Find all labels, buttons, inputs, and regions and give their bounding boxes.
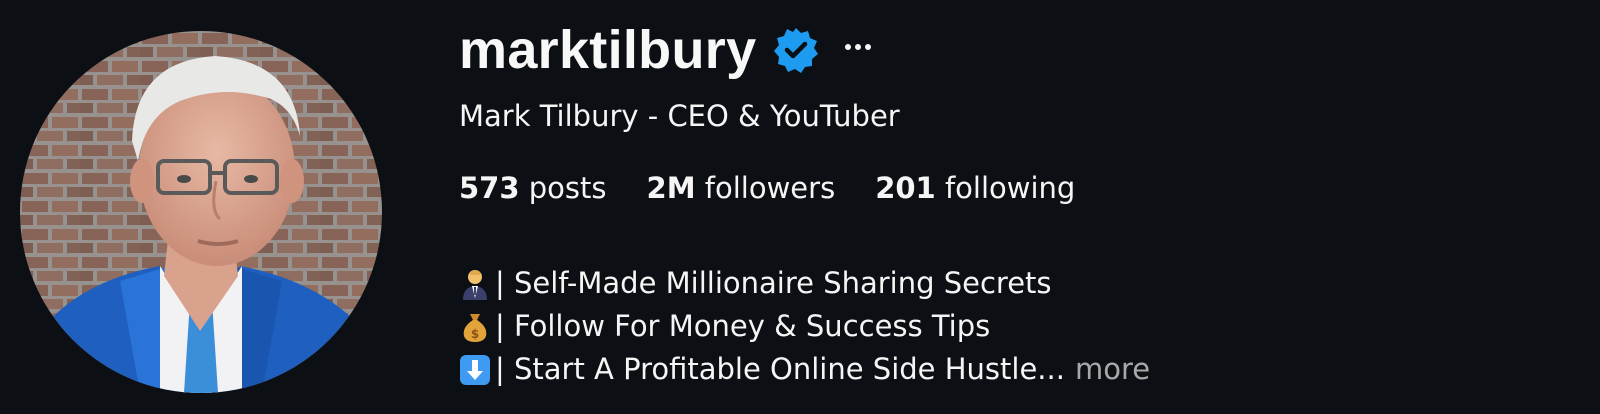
following-label: following — [944, 171, 1076, 205]
more-options-icon[interactable] — [842, 31, 874, 63]
bio-text: | Start A Profitable Online Side Hustle.… — [495, 352, 1065, 386]
money-bag-emoji-icon: $ — [459, 311, 491, 343]
posts-count: 573 — [459, 171, 520, 205]
following-stat[interactable]: 201 following — [875, 171, 1075, 205]
bio-text: | Self-Made Millionaire Sharing Secrets — [495, 266, 1052, 300]
bio-line: | Start A Profitable Online Side Hustle.… — [459, 348, 1150, 391]
followers-count: 2M — [646, 171, 696, 205]
followers-label: followers — [704, 171, 836, 205]
posts-stat[interactable]: 573 posts — [459, 171, 607, 205]
following-count: 201 — [875, 171, 936, 205]
profile-avatar[interactable] — [20, 31, 382, 393]
profile-username: marktilbury — [459, 20, 757, 80]
followers-stat[interactable]: 2M followers — [647, 171, 836, 205]
profile-bio: | Self-Made Millionaire Sharing Secrets … — [459, 262, 1150, 391]
avatar-photo — [20, 31, 382, 393]
profile-full-name: Mark Tilbury - CEO & YouTuber — [459, 99, 900, 133]
profile-stats: 573 posts 2M followers 201 following — [459, 171, 1115, 205]
profile-info: marktilbury Mark Tilbury - CEO & YouTube… — [459, 0, 1579, 414]
posts-label: posts — [528, 171, 607, 205]
businessman-emoji-icon — [459, 268, 491, 300]
bio-line: | Self-Made Millionaire Sharing Secrets — [459, 262, 1150, 305]
bio-line: $ | Follow For Money & Success Tips — [459, 305, 1150, 348]
verified-badge-icon — [772, 26, 820, 74]
svg-text:$: $ — [471, 327, 479, 341]
bio-text: | Follow For Money & Success Tips — [495, 309, 991, 343]
bio-more-link[interactable]: more — [1075, 348, 1150, 391]
profile-header-row: marktilbury — [459, 20, 874, 80]
down-arrow-emoji-icon — [459, 354, 491, 386]
